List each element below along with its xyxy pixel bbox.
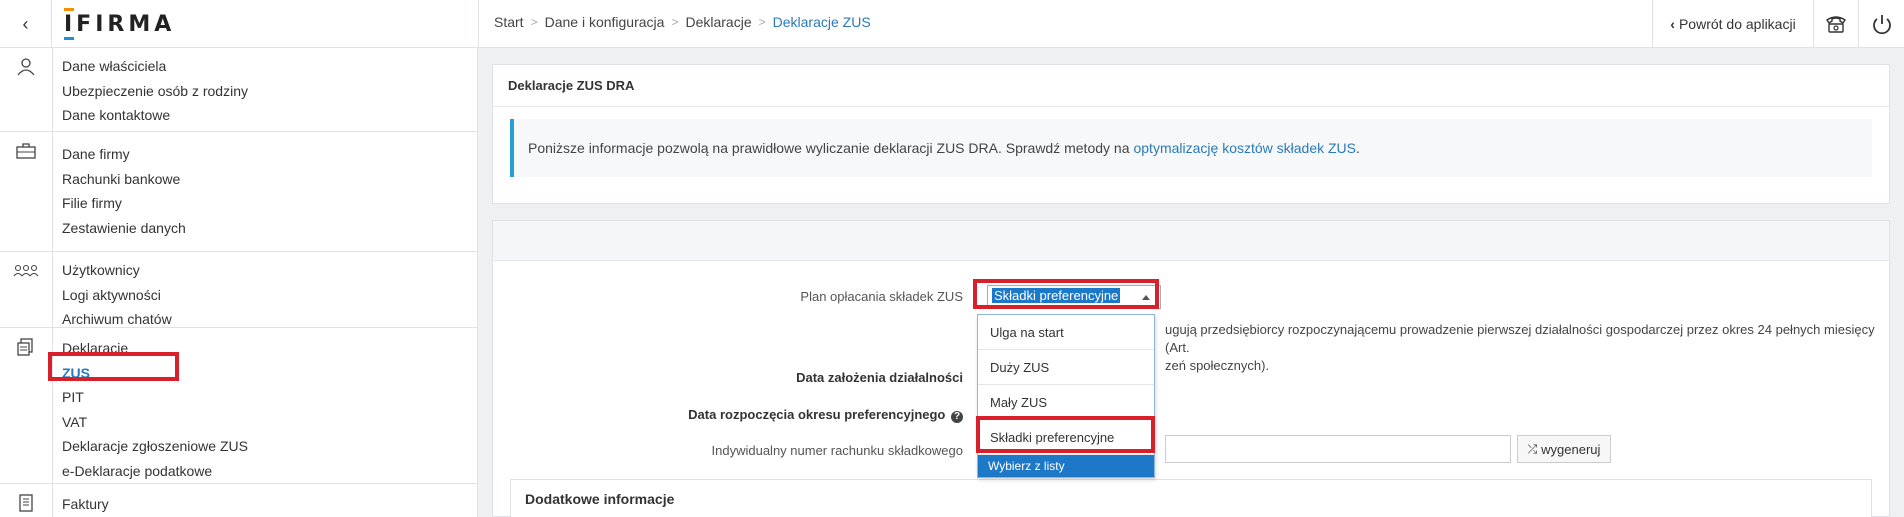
optimization-link[interactable]: optymalizację kosztów składek ZUS [1133,140,1356,156]
sidebar-divider [52,132,53,251]
return-label: Powrót do aplikacji [1678,16,1796,32]
extra-info-panel: Dodatkowe informacje [510,479,1872,517]
pref-start-label: Data rozpoczęcia okresu preferencyjnego … [623,407,963,423]
option-maly-zus[interactable]: Mały ZUS [978,385,1154,420]
logout-button[interactable] [1858,0,1904,48]
breadcrumb: Start > Dane i konfiguracja > Deklaracje… [494,0,871,44]
topbar-divider [478,0,479,48]
app-logo[interactable]: IFIRMA [64,6,175,42]
help-text-line: ugują przedsiębiorcy rozpoczynającemu pr… [1165,322,1875,355]
briefcase-icon [12,140,40,162]
power-icon [1872,15,1891,35]
generate-label: wygeneruj [1541,441,1601,457]
person-icon [12,56,40,78]
return-to-app-link[interactable]: ‹ Powrót do aplikacji [1652,0,1813,48]
panel-title: Deklaracje ZUS DRA [493,65,1889,107]
breadcrumb-start[interactable]: Start [494,14,524,30]
top-bar: ‹ IFIRMA Start > Dane i konfiguracja > D… [0,0,1904,48]
phone-button[interactable] [1813,0,1858,48]
option-duzy-zus[interactable]: Duży ZUS [978,350,1154,385]
sidebar-item-family-insurance[interactable]: Ubezpieczenie osób z rodziny [62,79,477,104]
help-text-line: zeń społecznych). [1165,358,1270,373]
sidebar-group-users: Użytkownicy Logi aktywności Archiwum cha… [0,252,477,328]
info-text: Poniższe informacje pozwolą na prawidłow… [528,140,1130,156]
sidebar-item-owner-data[interactable]: Dane właściciela [62,54,477,79]
breadcrumb-config[interactable]: Dane i konfiguracja [545,14,665,30]
sidebar-item-company-data[interactable]: Dane firmy [62,142,477,167]
logo-text: IFIRMA [64,7,176,40]
breadcrumb-separator-icon: > [530,15,538,29]
dropdown-footer[interactable]: Wybierz z listy [978,455,1154,477]
chevron-left-icon: ‹ [22,13,29,34]
sidebar-divider [52,252,53,327]
sidebar-item-users[interactable]: Użytkownicy [62,258,477,283]
sidebar-item-vat[interactable]: VAT [62,410,477,435]
sidebar-item-data-summary[interactable]: Zestawienie danych [62,216,477,241]
sidebar-item-e-declarations[interactable]: e-Deklaracje podatkowe [62,459,477,484]
help-icon[interactable]: ? [951,411,963,423]
invoice-icon [12,492,40,514]
back-button[interactable]: ‹ [0,0,52,48]
plan-help-text: ugują przedsiębiorcy rozpoczynającemu pr… [1165,321,1885,375]
zus-dra-panel: Deklaracje ZUS DRA Poniższe informacje p… [492,64,1890,204]
sidebar-group-company: Dane firmy Rachunki bankowe Filie firmy … [0,132,477,252]
chevron-left-icon: ‹ [1670,16,1675,32]
breadcrumb-current: Deklaracje ZUS [772,14,871,30]
sidebar: Dane właściciela Ubezpieczenie osób z ro… [0,48,478,517]
sidebar-item-contact-data[interactable]: Dane kontaktowe [62,103,477,128]
info-box: Poniższe informacje pozwolą na prawidłow… [510,119,1872,177]
plan-dropdown-list: Ulga na start Duży ZUS Mały ZUS Składki … [977,314,1155,478]
generate-button[interactable]: ⤮ wygeneruj [1517,435,1611,463]
account-label: Indywidualny numer rachunku składkowego [711,443,963,458]
info-text-end: . [1356,140,1360,156]
option-highlight-frame [976,416,1155,453]
start-date-label: Data założenia działalności [796,370,963,385]
select-highlight-frame [973,279,1159,309]
users-icon [12,260,40,282]
pref-start-label-text: Data rozpoczęcia okresu preferencyjnego [688,407,946,422]
option-ulga-na-start[interactable]: Ulga na start [978,315,1154,350]
breadcrumb-separator-icon: > [671,15,679,29]
plan-label: Plan opłacania składek ZUS [800,289,963,304]
sidebar-item-zus-registration[interactable]: Deklaracje zgłoszeniowe ZUS [62,434,477,459]
account-number-input[interactable] [1165,435,1511,463]
sidebar-group-invoices: Faktury [0,484,477,517]
shuffle-icon: ⤮ [1527,441,1538,456]
sidebar-divider [52,48,53,131]
breadcrumb-declarations[interactable]: Deklaracje [685,14,751,30]
sidebar-divider [52,484,53,517]
sidebar-item-pit[interactable]: PIT [62,385,477,410]
sidebar-item-activity-logs[interactable]: Logi aktywności [62,283,477,308]
sidebar-group-owner: Dane właściciela Ubezpieczenie osób z ro… [0,48,477,132]
sidebar-item-invoices[interactable]: Faktury [62,492,477,517]
breadcrumb-separator-icon: > [758,15,766,29]
extra-info-title: Dodatkowe informacje [525,491,675,507]
sidebar-item-bank-accounts[interactable]: Rachunki bankowe [62,167,477,192]
panel-header [493,221,1889,261]
phone-icon [1826,16,1846,33]
documents-icon [12,336,40,358]
sidebar-item-branches[interactable]: Filie firmy [62,191,477,216]
zus-settings-panel: Plan opłacania składek ZUS Składki prefe… [492,220,1890,517]
zus-highlight-frame [48,352,179,381]
